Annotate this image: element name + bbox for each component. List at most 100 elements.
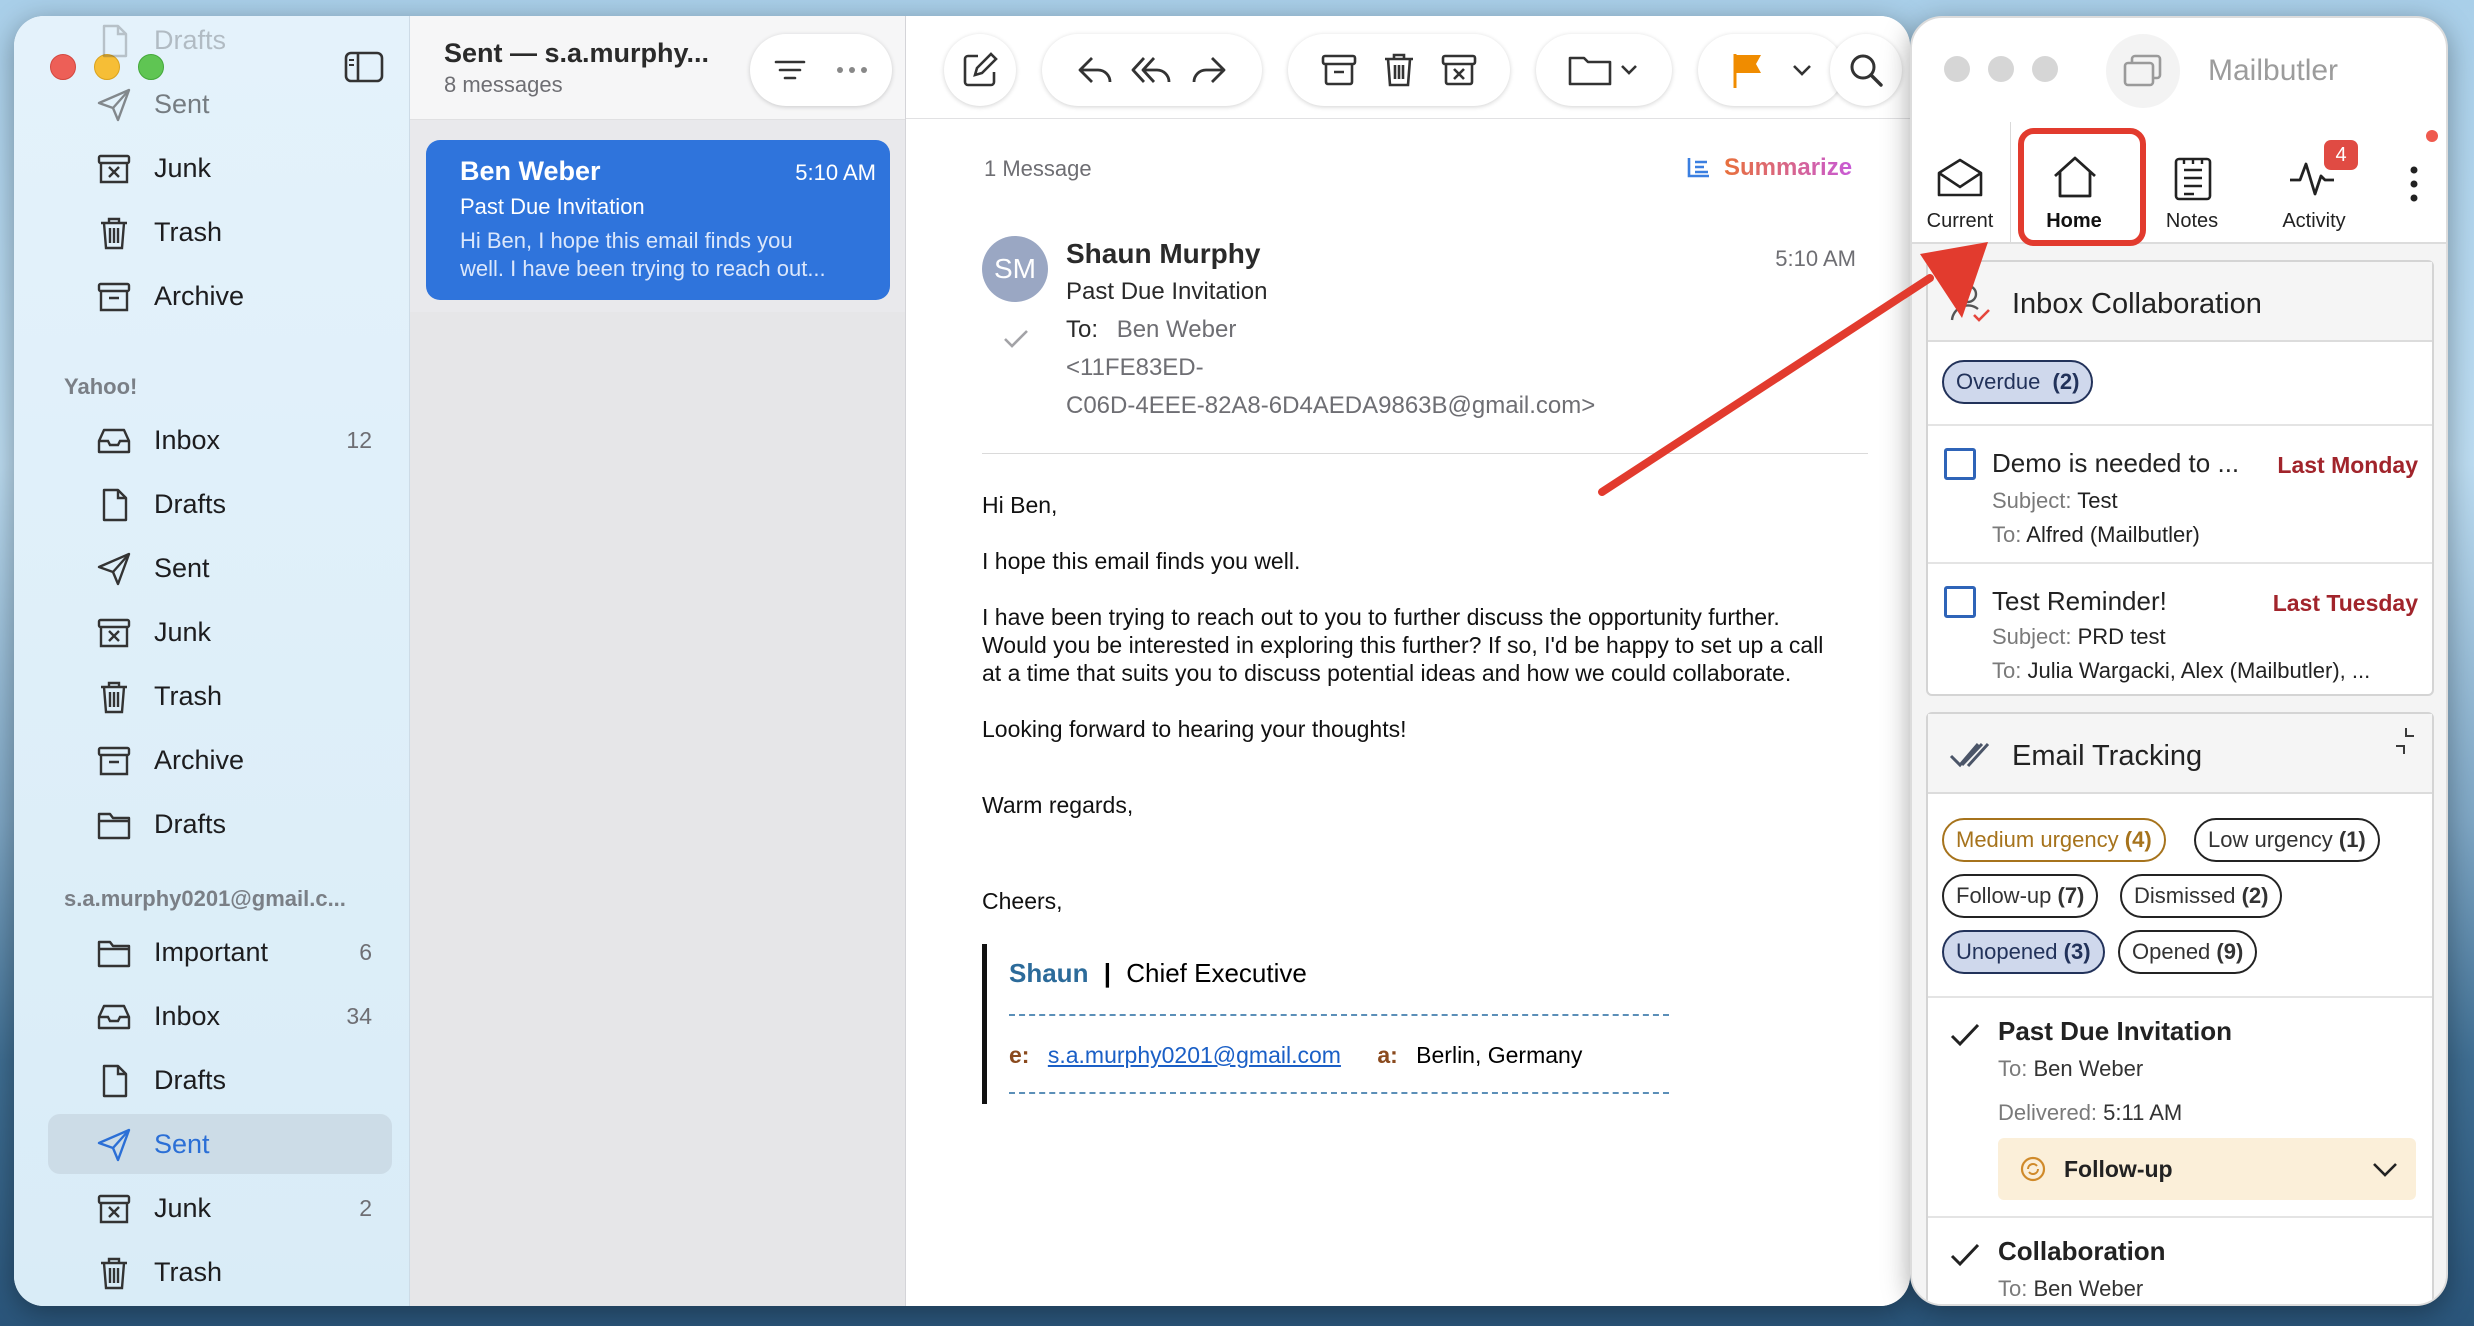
email-tracking-card: Email Tracking Medium urgency (4) Low ur…	[1926, 712, 2434, 1304]
draft-icon	[96, 487, 132, 523]
reply-icon[interactable]	[1074, 48, 1118, 92]
trash-icon[interactable]	[1377, 48, 1421, 92]
sidebar-item-label: Drafts	[154, 488, 227, 519]
task-subject: Subject: Test	[1992, 488, 2118, 514]
delivered-check-icon	[1948, 1018, 1982, 1052]
to-value: Ben Weber	[2033, 1056, 2144, 1081]
pill-label: Low urgency	[2208, 827, 2333, 852]
sent-icon	[96, 1127, 132, 1163]
collapse-icon[interactable]	[2388, 728, 2422, 762]
window-switch-icon[interactable]	[2106, 34, 2180, 108]
sidebar-item-important[interactable]: Important 6	[48, 922, 392, 982]
flag-icon[interactable]	[1728, 48, 1768, 92]
junk-icon[interactable]	[1437, 48, 1481, 92]
minimize-window-button[interactable]	[1988, 56, 2014, 82]
sidebar-item-inbox[interactable]: Inbox 12	[48, 410, 392, 470]
task-item[interactable]: Test Reminder! Last Tuesday Subject: PRD…	[1928, 564, 2432, 696]
sidebar-item-trash[interactable]: Trash	[48, 1242, 392, 1302]
opened-pill[interactable]: Opened (9)	[2118, 930, 2258, 974]
sidebar-item-sent[interactable]: Sent	[48, 538, 392, 598]
forward-icon[interactable]	[1186, 48, 1230, 92]
zoom-window-button[interactable]	[2032, 56, 2058, 82]
tab-activity[interactable]: 4 Activity	[2248, 138, 2380, 252]
recipient-address: C06D-4EEE-82A8-6D4AEDA9863B@gmail.com>	[1066, 392, 1596, 419]
sidebar-item-archive[interactable]: Archive	[48, 730, 392, 790]
list-filter-toolbar	[750, 34, 892, 106]
archive-icon[interactable]	[1317, 48, 1361, 92]
pill-label: Dismissed	[2134, 883, 2236, 908]
read-checkmark-icon	[1000, 322, 1032, 354]
summarize-label: Summarize	[1724, 154, 1853, 181]
follow-up-status-dropdown[interactable]: Follow-up	[1998, 1138, 2416, 1200]
pill-count: (9)	[2216, 939, 2244, 964]
signature-contact-row: e: s.a.murphy0201@gmail.com a: Berlin, G…	[1009, 1042, 1582, 1069]
sidebar-item-trash[interactable]: Trash	[48, 666, 392, 726]
sidebar-item-drafts[interactable]: Drafts	[48, 474, 392, 534]
junk-icon	[96, 1191, 132, 1227]
medium-urgency-pill[interactable]: Medium urgency (4)	[1942, 818, 2166, 862]
tracked-email-recipient: To: Ben Weber	[1998, 1056, 2143, 1082]
pill-count: (2)	[2052, 369, 2080, 394]
task-item[interactable]: Demo is needed to ... Last Monday Subjec…	[1928, 426, 2432, 562]
reply-all-icon[interactable]	[1130, 48, 1174, 92]
sidebar-item-drafts[interactable]: Drafts	[48, 16, 392, 70]
pill-label: Opened	[2132, 939, 2211, 964]
summarize-button[interactable]: Summarize	[1684, 152, 1852, 184]
message-list-empty-area	[410, 312, 905, 1306]
message-list-item[interactable]: Ben Weber 5:10 AM Past Due Invitation Hi…	[426, 140, 890, 300]
sidebar-item-sent[interactable]: Sent	[48, 74, 392, 134]
subject-value: Test	[2077, 488, 2118, 513]
dismissed-pill[interactable]: Dismissed (2)	[2120, 874, 2283, 918]
sidebar-item-label: Junk	[154, 1192, 212, 1223]
inbox-icon	[96, 423, 132, 459]
inbox-icon	[96, 999, 132, 1035]
tracked-email-item[interactable]: Collaboration To: Ben Weber	[1928, 1218, 2432, 1304]
body-line: Looking forward to hearing your thoughts…	[982, 716, 1407, 742]
sidebar-item-sent[interactable]: Sent	[48, 1114, 392, 1174]
filter-icon[interactable]	[770, 50, 810, 90]
body-line: I have been trying to reach out to you t…	[982, 604, 1780, 630]
sidebar-item-inbox[interactable]: Inbox 34	[48, 986, 392, 1046]
more-icon[interactable]	[832, 50, 872, 90]
tracked-email-item[interactable]: Past Due Invitation To: Ben Weber Delive…	[1928, 998, 2432, 1216]
archive-icon	[96, 279, 132, 315]
follow-up-pill[interactable]: Follow-up (7)	[1942, 874, 2099, 918]
pill-count: (3)	[2063, 939, 2091, 964]
sidebar-item-junk[interactable]: Junk	[48, 138, 392, 198]
task-due-date: Last Tuesday	[2272, 590, 2418, 616]
sidebar-item-drafts[interactable]: Drafts	[48, 794, 392, 854]
sidebar-item-junk[interactable]: Junk	[48, 602, 392, 662]
more-options-icon[interactable]	[2404, 164, 2424, 204]
sidebar-item-label: Drafts	[154, 808, 227, 839]
sidebar-item-label: Sent	[154, 552, 210, 583]
sidebar-item-trash[interactable]: Trash	[48, 202, 392, 262]
signature-email-link[interactable]: s.a.murphy0201@gmail.com	[1048, 1042, 1341, 1068]
sidebar-item-label: Sent	[154, 88, 210, 119]
tab-notes[interactable]: Notes	[2142, 138, 2242, 252]
sidebar-item-junk[interactable]: Junk 2	[48, 1178, 392, 1238]
mailbutler-window: Mailbutler Current Home Notes 4 Activity…	[1910, 16, 2448, 1306]
junk-icon	[96, 615, 132, 651]
trash-icon	[96, 1255, 132, 1291]
signature-address: Berlin, Germany	[1416, 1042, 1583, 1068]
to-value: Julia Wargacki, Alex (Mailbutler), ...	[2027, 658, 2371, 683]
sidebar-item-label: Trash	[154, 216, 223, 247]
compose-icon[interactable]	[958, 48, 1002, 92]
sidebar-item-drafts[interactable]: Drafts	[48, 1050, 392, 1110]
card-title: Inbox Collaboration	[2012, 288, 2262, 320]
search-icon[interactable]	[1844, 48, 1888, 92]
chevron-down-icon[interactable]	[1790, 48, 1814, 92]
unopened-pill[interactable]: Unopened (3)	[1942, 930, 2105, 974]
sidebar-item-archive[interactable]: Archive	[48, 266, 392, 326]
activity-badge: 4	[2324, 140, 2358, 170]
to-label: To:	[1066, 316, 1099, 343]
pill-label: Follow-up	[1956, 883, 2052, 908]
close-window-button[interactable]	[1944, 56, 1970, 82]
low-urgency-pill[interactable]: Low urgency (1)	[2194, 818, 2380, 862]
folder-move-icon[interactable]	[1566, 48, 1642, 92]
recipient-name[interactable]: Ben Weber	[1117, 316, 1237, 343]
signature-divider	[1009, 1014, 1669, 1016]
task-checkbox[interactable]	[1944, 586, 1976, 618]
task-recipient: To: Alfred (Mailbutler)	[1992, 522, 2200, 548]
sidebar: Drafts Sent Junk Trash Archive Yahoo! Inbox 12 D…	[14, 16, 410, 1306]
